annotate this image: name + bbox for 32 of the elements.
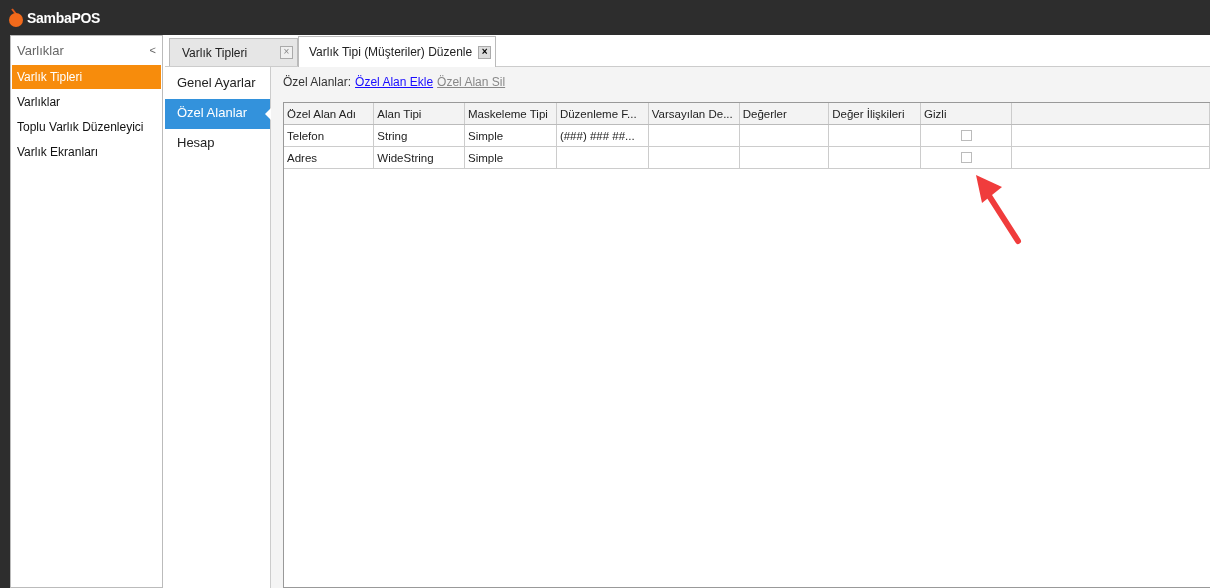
column-header[interactable]: Düzenleme F... bbox=[556, 103, 649, 125]
link[interactable]: Özel Alan Ekle bbox=[355, 75, 434, 89]
sidebar-item[interactable]: Toplu Varlık Düzenleyici bbox=[12, 115, 161, 139]
column-header[interactable]: Alan Tipi bbox=[373, 103, 465, 125]
sidebar-title: Varlıklar bbox=[17, 42, 64, 58]
table-cell: (###) ### ##... bbox=[556, 124, 649, 147]
tab[interactable]: Varlık Tipi (Müşteriler) Düzenle × bbox=[298, 36, 497, 67]
table-cell: WideString bbox=[373, 146, 465, 169]
table-cell: String bbox=[373, 124, 465, 147]
table-cell: Adres bbox=[284, 146, 374, 169]
sidebar-item[interactable]: Varlık Ekranları bbox=[12, 140, 161, 164]
logo-icon bbox=[8, 7, 24, 28]
column-header[interactable]: Özel Alan Adı bbox=[284, 103, 374, 125]
section-item[interactable]: Hesap bbox=[165, 129, 270, 159]
app-title: SambaPOS bbox=[27, 9, 101, 26]
column-header[interactable]: Varsayılan De... bbox=[648, 103, 740, 125]
table-cell: Telefon bbox=[284, 124, 374, 147]
column-header[interactable]: Maskeleme Tipi bbox=[464, 103, 557, 125]
checkbox[interactable] bbox=[960, 130, 972, 141]
sidebar-item[interactable]: Varlıklar bbox=[12, 90, 161, 114]
close-button[interactable]: × bbox=[478, 45, 492, 59]
toolbar-label: Özel Alanlar: bbox=[283, 75, 352, 89]
collapse-button[interactable]: < bbox=[149, 44, 156, 56]
section-item[interactable]: Genel Ayarlar bbox=[165, 69, 270, 99]
arrow-annotation bbox=[976, 175, 1021, 244]
column-header[interactable]: Gizli bbox=[920, 103, 1012, 125]
tab[interactable]: Varlık Tipleri × bbox=[169, 38, 298, 66]
checkbox[interactable] bbox=[960, 152, 972, 163]
table-cell: Simple bbox=[464, 146, 557, 169]
column-header[interactable]: Değerler bbox=[739, 103, 829, 125]
column-header[interactable]: Değer İlişkileri bbox=[828, 103, 921, 125]
table-cell: Simple bbox=[464, 124, 557, 147]
